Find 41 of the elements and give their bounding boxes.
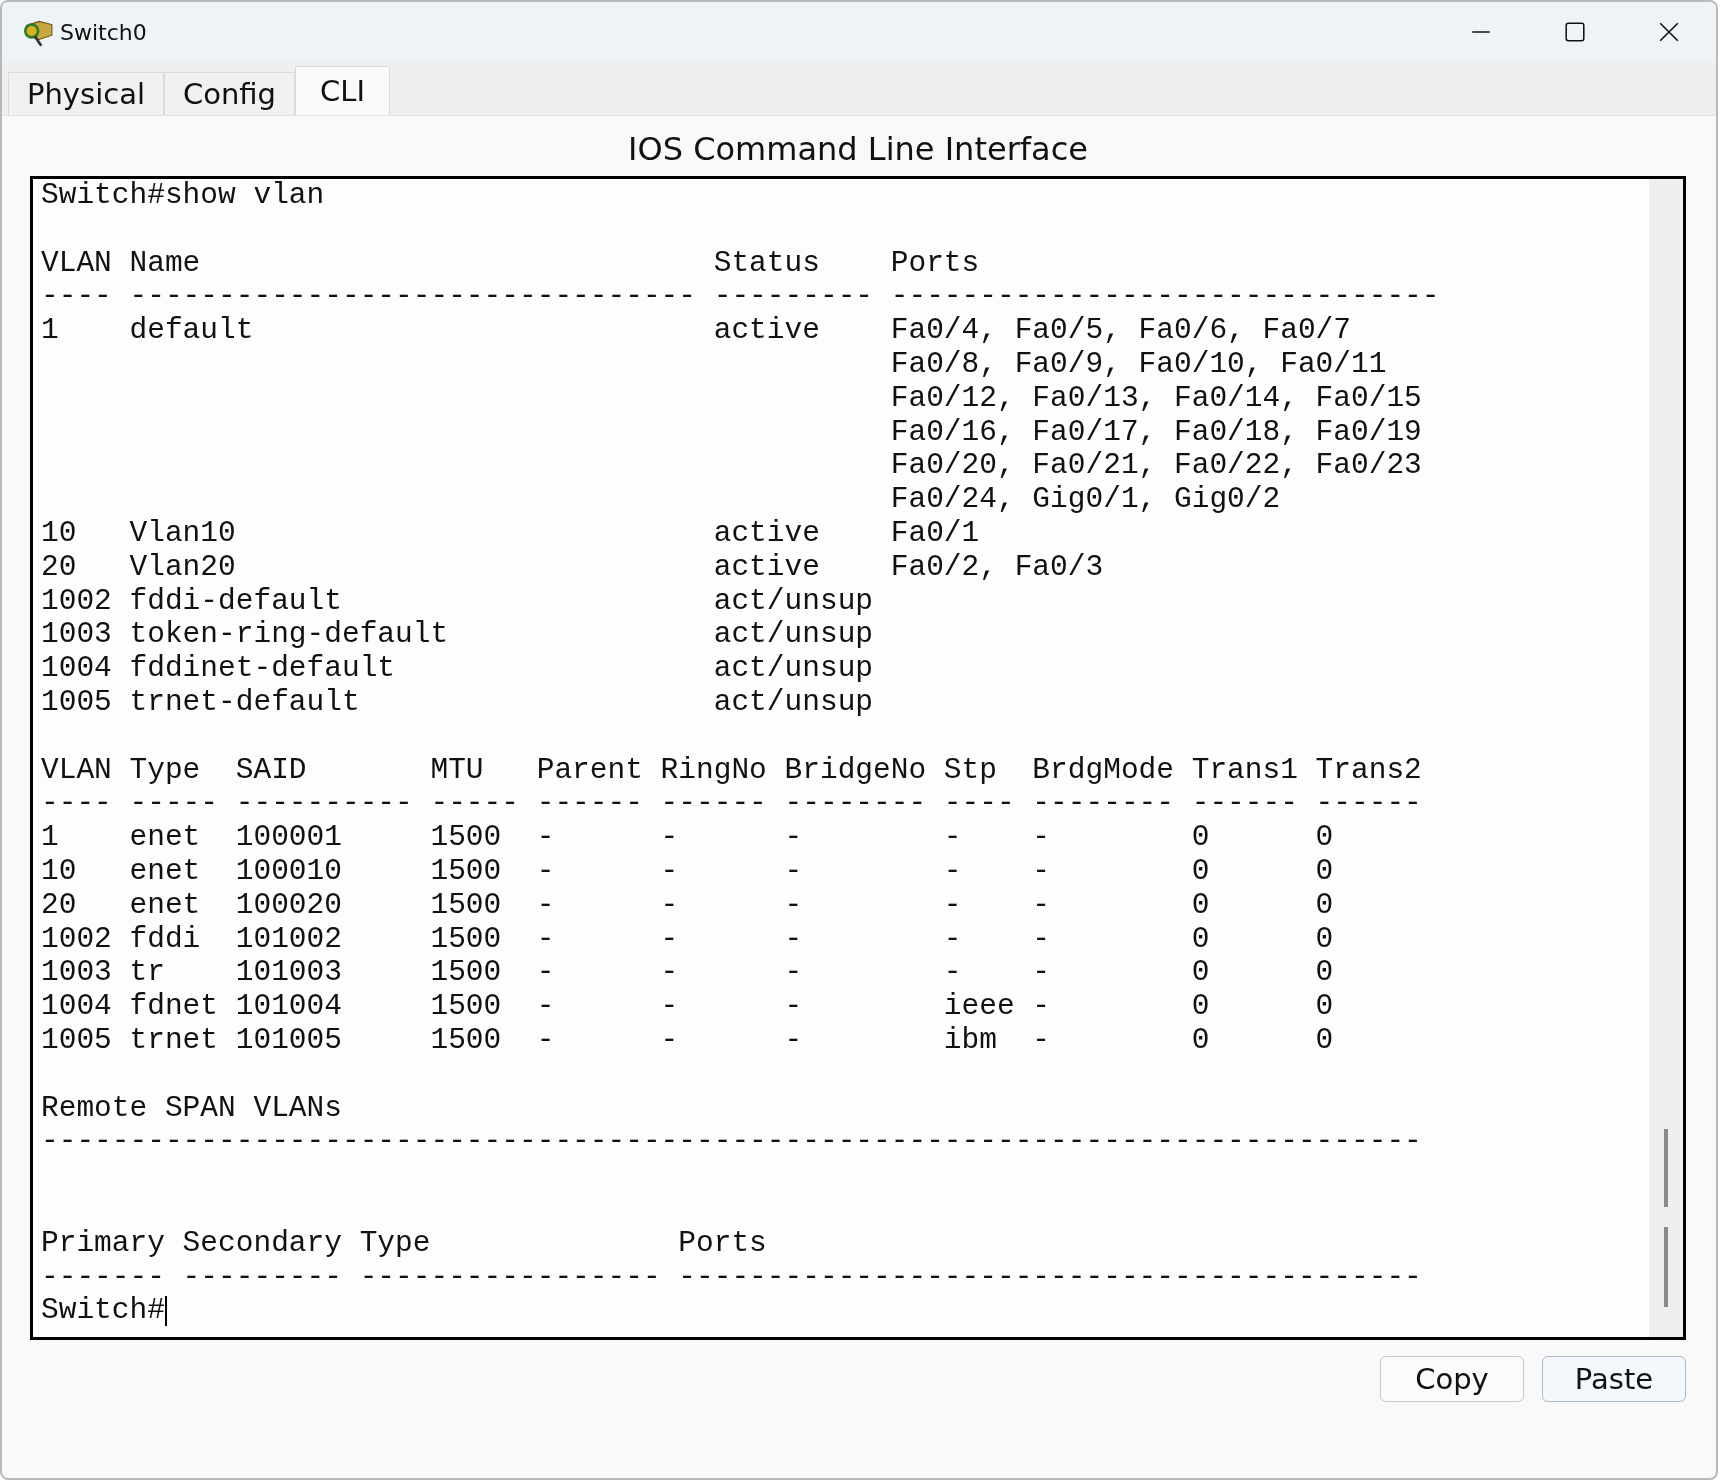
- close-icon[interactable]: [1658, 21, 1680, 43]
- console-line: VLAN Type SAID MTU Parent RingNo BridgeNo Stp BrdgMode Trans1 Trans2: [41, 753, 1423, 788]
- console-line: ------- --------- ----------------- ------------------------------------------: [41, 1260, 1423, 1295]
- console-line: Fa0/20, Fa0/21, Fa0/22, Fa0/23: [889, 449, 1423, 484]
- panel-heading: IOS Command Line Interface: [628, 129, 1088, 170]
- console-line: 20 enet 100020 1500 - - - - - 0 0: [41, 888, 1335, 923]
- console-line: 1004 fddinet-default act/unsup: [41, 652, 875, 686]
- action-button[interactable]: Copy: [1380, 1356, 1524, 1402]
- console-line: Remote SPAN VLANs: [41, 1091, 343, 1126]
- scrollbar[interactable]: [1649, 179, 1683, 1337]
- console-line: 1005 trnet-default act/unsup: [41, 685, 875, 720]
- console-line: 10 Vlan10 active Fa0/1: [41, 516, 981, 551]
- console-line: 1002 fddi 101002 1500 - - - - - 0 0: [41, 922, 1335, 957]
- maximize-icon[interactable]: [1564, 21, 1586, 43]
- terminal-console[interactable]: [30, 176, 1686, 1340]
- tab[interactable]: Config: [163, 72, 295, 115]
- console-line: Fa0/16, Fa0/17, Fa0/18, Fa0/19: [889, 415, 1423, 450]
- console-line: Switch#show vlan: [41, 179, 326, 213]
- console-line: 20 Vlan20 active Fa0/2, Fa0/3: [41, 550, 1105, 585]
- console-line: 10 enet 100010 1500 - - - - - 0 0: [41, 854, 1335, 889]
- console-line: Fa0/8, Fa0/9, Fa0/10, Fa0/11: [889, 348, 1388, 382]
- console-line: VLAN Name Status Ports: [41, 246, 981, 281]
- console-line: 1 enet 100001 1500 - - - - - 0 0: [41, 821, 1335, 855]
- text-cursor: [164, 1296, 167, 1327]
- console-line: Fa0/24, Gig0/1, Gig0/2: [889, 483, 1282, 517]
- tab[interactable]: Physical: [8, 72, 164, 115]
- console-line: ---- -------------------------------- --------- -------------------------------: [41, 280, 1441, 315]
- console-line: Fa0/12, Fa0/13, Fa0/14, Fa0/15: [889, 381, 1423, 416]
- console-line: 1003 token-ring-default act/unsup: [41, 618, 875, 653]
- console-line: 1004 fdnet 101004 1500 - - - ieee - 0 0: [41, 990, 1335, 1024]
- tab[interactable]: CLI: [295, 66, 390, 115]
- action-button[interactable]: Paste: [1542, 1356, 1686, 1402]
- console-prompt: Switch#: [41, 1294, 165, 1329]
- console-line: 1002 fddi-default act/unsup: [41, 584, 875, 619]
- window-title: Switch0: [60, 19, 147, 45]
- console-line: 1005 trnet 101005 1500 - - - ibm - 0 0: [41, 1023, 1335, 1058]
- console-line: 1 default active Fa0/4, Fa0/5, Fa0/6, Fa0/7: [41, 314, 1352, 348]
- console-line: ---- ----- ---------- ----- ------ ------ -------- ---- -------- ------ ------: [41, 787, 1423, 822]
- console-line: ------------------------------------------------------------------------------: [41, 1125, 1423, 1160]
- console-line: 1003 tr 101003 1500 - - - - - 0 0: [41, 956, 1335, 991]
- console-line: Primary Secondary Type Ports: [41, 1226, 768, 1261]
